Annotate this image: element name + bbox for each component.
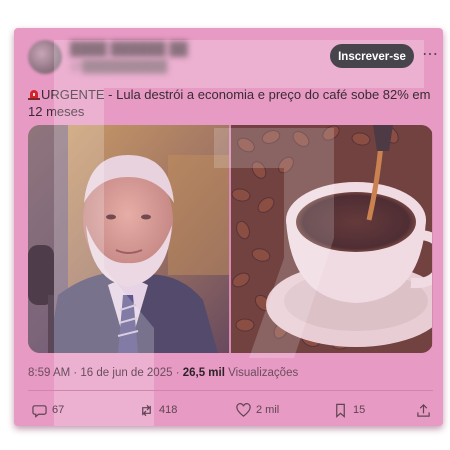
post-actions: 67 418 2 mil 15: [28, 400, 433, 420]
repost-count: 418: [159, 404, 178, 416]
siren-icon: [28, 90, 40, 100]
bookmark-count: 15: [353, 404, 366, 416]
coffee-photo[interactable]: [231, 125, 432, 353]
reply-button[interactable]: 67: [32, 400, 64, 420]
share-button[interactable]: [416, 400, 431, 420]
post-media[interactable]: [28, 125, 433, 353]
comment-icon: [32, 404, 47, 418]
views-count: 26,5 mil: [182, 367, 225, 379]
bookmark-button[interactable]: 15: [333, 400, 365, 420]
post-meta: 8:59 AM · 16 de jun de 2025 · 26,5 mil V…: [28, 367, 298, 379]
reply-count: 67: [52, 404, 65, 416]
heart-icon: [236, 402, 251, 417]
like-count: 2 mil: [256, 404, 280, 416]
bookmark-icon: [336, 403, 345, 418]
post-text-content: URGENTE - Lula destrói a economia e preç…: [28, 87, 431, 119]
views-label: Visualizações: [224, 367, 299, 379]
author-handle[interactable]: @██████████: [70, 59, 167, 73]
post-text: URGENTE - Lula destrói a economia e preç…: [28, 86, 433, 120]
like-button[interactable]: 2 mil: [236, 400, 279, 420]
post-timestamp[interactable]: 8:59 AM · 16 de jun de 2025 ·: [28, 367, 183, 379]
repost-icon: [142, 404, 151, 416]
author-name[interactable]: ████ ██████ ██: [70, 41, 188, 56]
post-card: ████ ██████ ██ @██████████ Inscrever-se …: [14, 28, 443, 426]
lula-photo[interactable]: [28, 125, 229, 353]
subscribe-button[interactable]: Inscrever-se: [330, 44, 414, 68]
author-avatar[interactable]: [28, 40, 62, 74]
repost-button[interactable]: 418: [139, 400, 177, 420]
more-options-icon[interactable]: ⋯: [422, 43, 438, 67]
divider: [28, 390, 433, 391]
post-header: ████ ██████ ██ @██████████ Inscrever-se …: [14, 28, 443, 84]
share-icon: [417, 403, 430, 417]
